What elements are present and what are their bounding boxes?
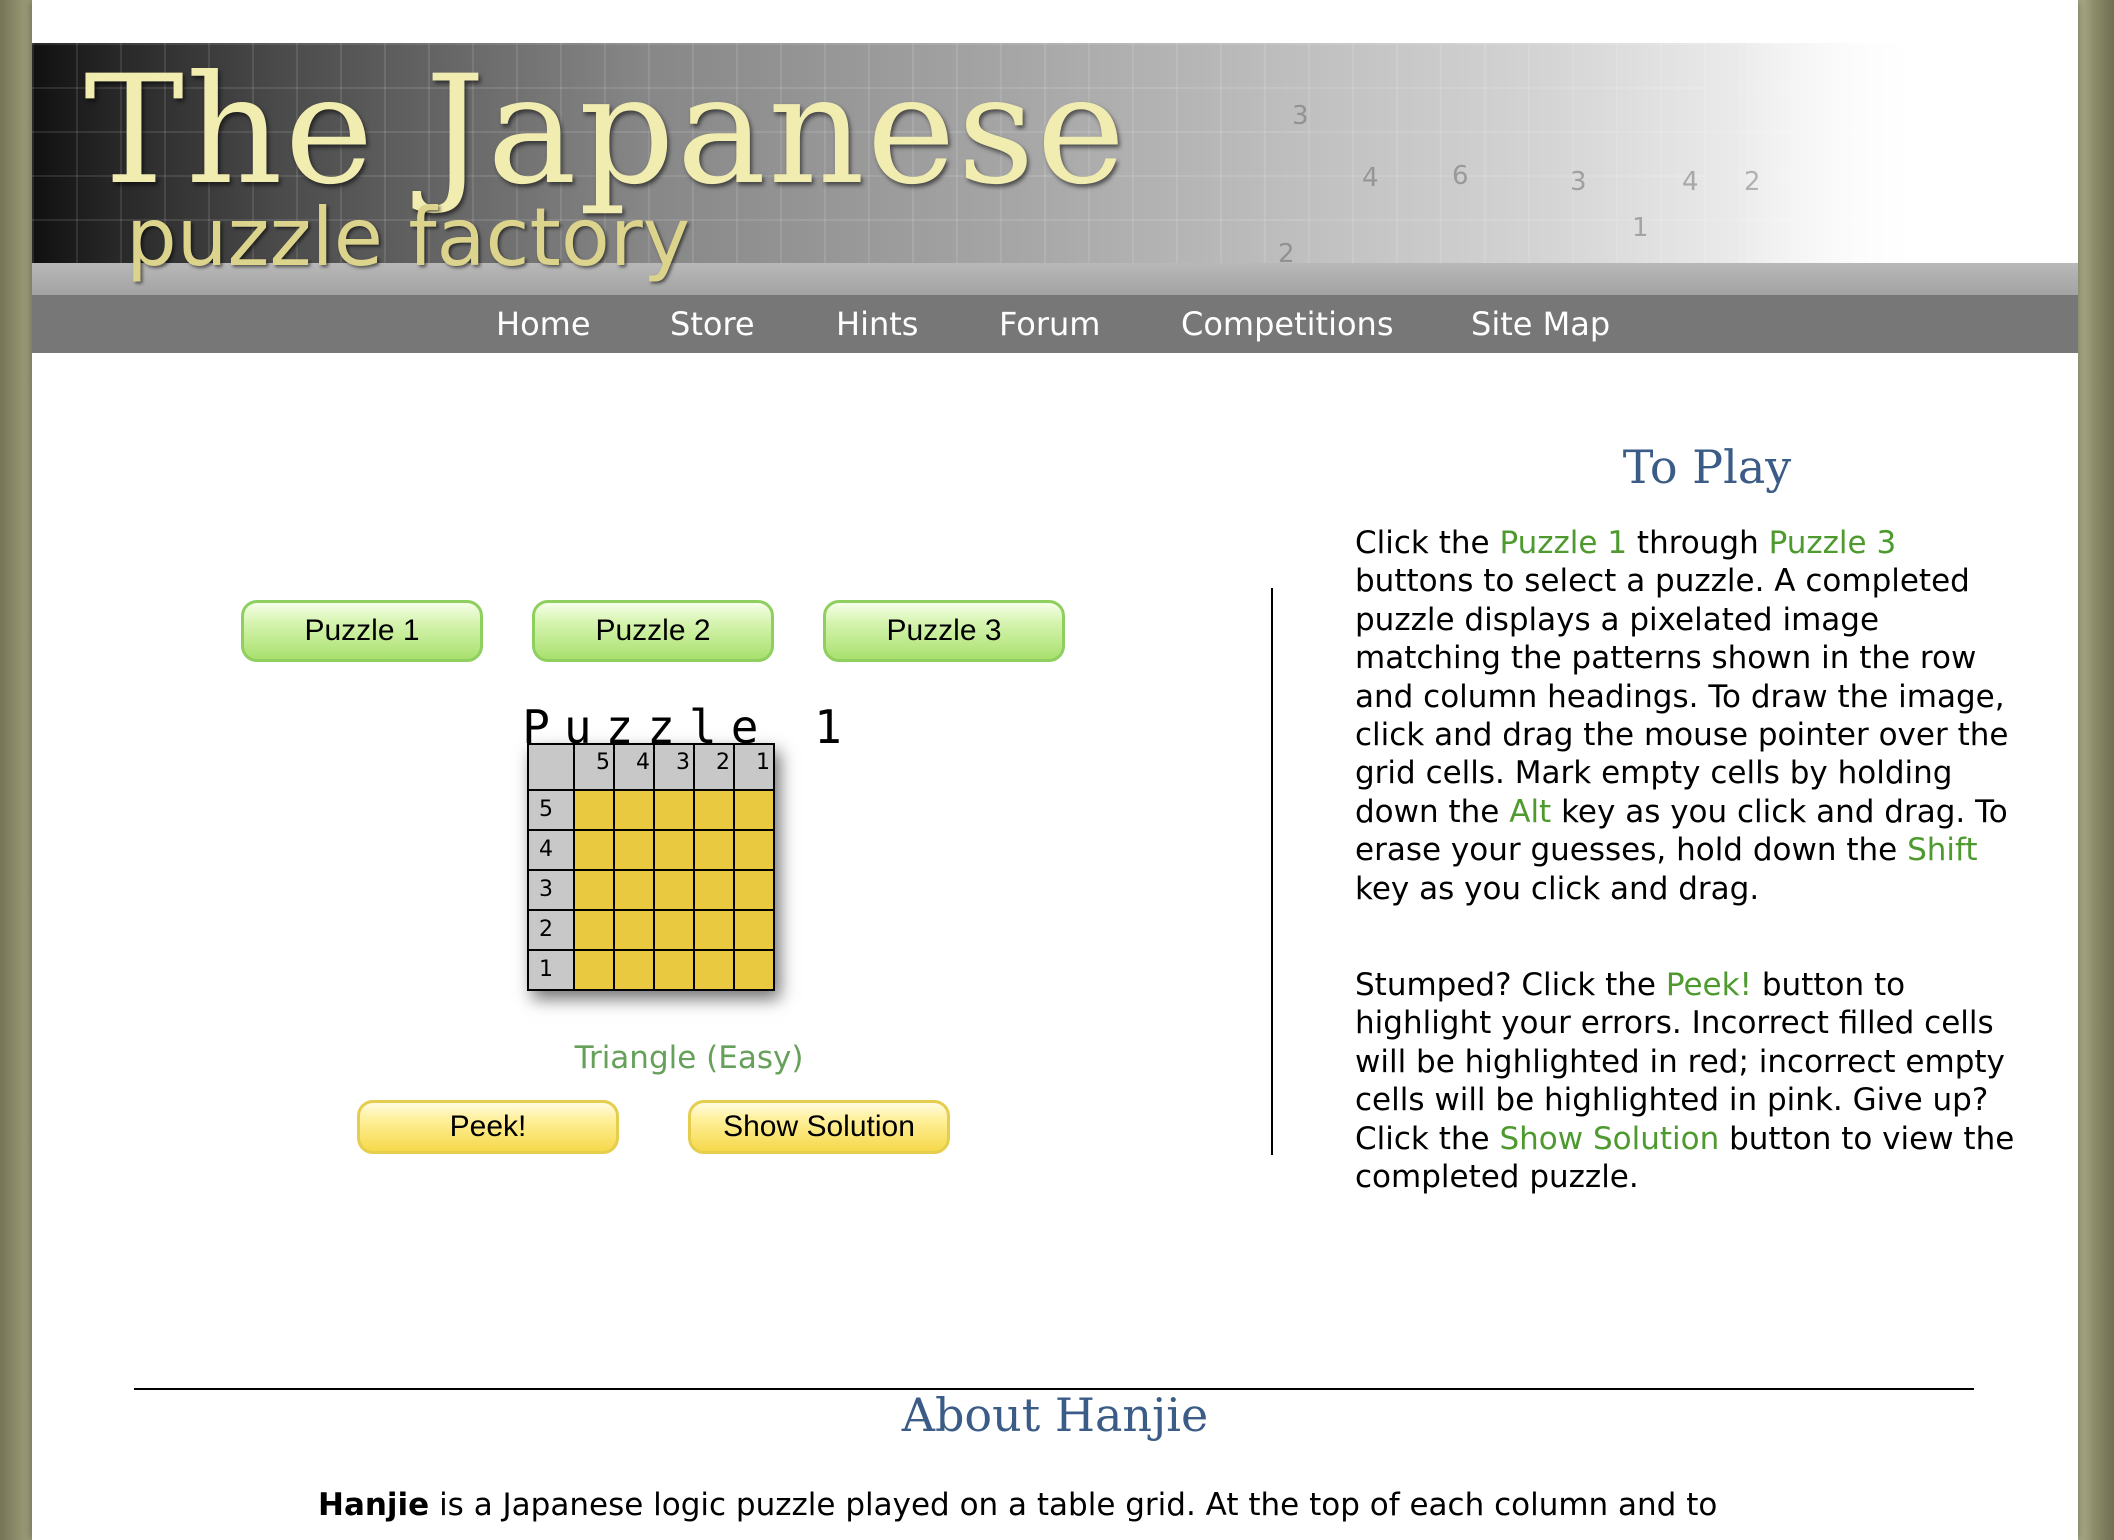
grid-corner [527, 743, 575, 791]
nav-forum-link[interactable]: Forum [999, 295, 1100, 353]
grid-cell[interactable] [573, 949, 615, 991]
column-clue: 5 [573, 743, 615, 791]
grid-cell[interactable] [613, 789, 655, 831]
grid-cell[interactable] [733, 869, 775, 911]
grid-cell[interactable] [693, 829, 735, 871]
row-clue: 2 [527, 909, 575, 951]
highlight-term: Show Solution [1499, 1120, 1720, 1157]
puzzle-2-button[interactable]: Puzzle 2 [532, 600, 774, 662]
grid-cell[interactable] [733, 829, 775, 871]
banner-decoration: 1 [1632, 213, 1649, 243]
instructions-text: buttons to select a puzzle. A completed … [1355, 563, 2009, 830]
peek-button[interactable]: Peek! [357, 1100, 619, 1154]
row-clue: 3 [527, 869, 575, 911]
banner-decoration: 6 [1452, 161, 1469, 191]
grid-cell[interactable] [573, 869, 615, 911]
instructions-text: key as you click and drag. [1355, 870, 1760, 907]
about-text: is a Japanese logic puzzle played on a t… [429, 1487, 1718, 1523]
vertical-divider [1271, 588, 1273, 1155]
grid-cell[interactable] [613, 829, 655, 871]
grid-cell[interactable] [693, 789, 735, 831]
instructions-text: Click the [1355, 525, 1500, 561]
hints-text: Stumped? Click the [1355, 967, 1666, 1003]
nav-site-map-link[interactable]: Site Map [1471, 295, 1610, 353]
highlight-term: Puzzle 3 [1768, 525, 1897, 561]
grid-cell[interactable] [653, 909, 695, 951]
about-heading: About Hanjie [901, 1388, 1209, 1442]
site-banner: 3 4 6 3 1 4 2 2 The Japanese puzzle fact… [32, 43, 2078, 295]
row-clue: 1 [527, 949, 575, 991]
show-solution-button[interactable]: Show Solution [688, 1100, 950, 1154]
banner-decoration: 3 [1292, 101, 1309, 131]
column-clue: 1 [733, 743, 775, 791]
grid-cell[interactable] [573, 909, 615, 951]
column-clue: 4 [613, 743, 655, 791]
grid-cell[interactable] [573, 789, 615, 831]
grid-cell[interactable] [693, 949, 735, 991]
page: 3 4 6 3 1 4 2 2 The Japanese puzzle fact… [32, 0, 2078, 1540]
highlight-term: Alt [1509, 793, 1552, 830]
grid-cell[interactable] [613, 869, 655, 911]
puzzle-3-button[interactable]: Puzzle 3 [823, 600, 1065, 662]
puzzle-caption: Triangle (Easy) [574, 1040, 804, 1076]
highlight-term: Shift [1907, 832, 1978, 869]
to-play-heading: To Play [1622, 440, 1792, 494]
highlight-term: Puzzle 1 [1499, 525, 1628, 561]
grid-cell[interactable] [613, 909, 655, 951]
grid-cell[interactable] [733, 909, 775, 951]
row-clue: 5 [527, 789, 575, 831]
grid-cell[interactable] [653, 869, 695, 911]
column-clue: 2 [693, 743, 735, 791]
grid-cell[interactable] [693, 909, 735, 951]
hints-paragraph: Stumped? Click the Peek! button to highl… [1355, 966, 2015, 1196]
nav-store-link[interactable]: Store [670, 295, 755, 353]
nav-competitions-link[interactable]: Competitions [1181, 295, 1394, 353]
banner-fade [1732, 43, 2078, 263]
grid-cell[interactable] [653, 949, 695, 991]
grid-cell[interactable] [653, 829, 695, 871]
grid-cell[interactable] [733, 789, 775, 831]
banner-decoration: 4 [1362, 163, 1379, 193]
highlight-term: Peek! [1665, 967, 1752, 1003]
instructions-text: through [1627, 525, 1769, 561]
puzzle-grid: 5 4 3 2 1 5 4 3 2 1 [527, 743, 775, 991]
nav-hints-link[interactable]: Hints [836, 295, 918, 353]
about-term: Hanjie [318, 1487, 430, 1523]
instructions-paragraph: Click the Puzzle 1 through Puzzle 3 butt… [1355, 524, 2015, 908]
grid-cell[interactable] [573, 829, 615, 871]
nav-home-link[interactable]: Home [496, 295, 591, 353]
main-nav: Home Store Hints Forum Competitions Site… [32, 295, 2078, 353]
site-logo-title[interactable]: The Japanese [84, 51, 1127, 211]
grid-cell[interactable] [653, 789, 695, 831]
grid-cell[interactable] [613, 949, 655, 991]
column-clue: 3 [653, 743, 695, 791]
row-clue: 4 [527, 829, 575, 871]
banner-decoration: 3 [1570, 167, 1587, 197]
puzzle-1-button[interactable]: Puzzle 1 [241, 600, 483, 662]
about-paragraph: Hanjie is a Japanese logic puzzle played… [318, 1486, 1878, 1524]
grid-cell[interactable] [733, 949, 775, 991]
site-logo-subtitle[interactable]: puzzle factory [126, 193, 690, 283]
grid-cell[interactable] [693, 869, 735, 911]
banner-decoration: 4 [1682, 167, 1699, 197]
